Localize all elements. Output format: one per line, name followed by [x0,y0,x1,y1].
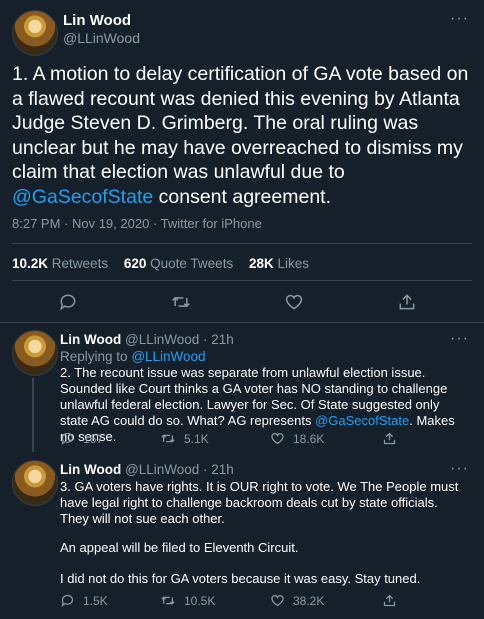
reply2-age[interactable]: 21h [211,462,234,477]
divider [0,322,484,323]
retweet-icon [161,434,175,443]
reply1-retweet-button[interactable]: 5.1K [160,431,209,446]
divider [12,280,472,281]
like-icon [271,595,284,607]
main-tweet-text: 1. A motion to delay certification of GA… [12,62,474,210]
main-source[interactable]: Twitter for iPhone [161,216,262,231]
reply2-reply-button[interactable]: 1.5K [60,593,108,608]
retweet-icon [161,596,175,605]
quote-tweets-stat[interactable]: 620 Quote Tweets [124,256,233,271]
reply-icon [61,432,74,446]
like-icon[interactable] [279,287,309,317]
main-action-bar [0,287,484,317]
retweets-stat[interactable]: 10.2K Retweets [12,256,108,271]
reply-icon[interactable] [53,287,83,317]
main-text-part2: consent agreement. [153,185,331,208]
reply2-para2: An appeal will be filed to Eleventh Circ… [60,540,299,555]
reply2-handle[interactable]: @LLinWood [125,462,199,477]
reply1-share-button[interactable] [382,431,397,446]
reply1-replying-link[interactable]: @LLinWood [131,349,205,364]
reply1-retweet-count: 5.1K [184,431,209,446]
main-mention-link[interactable]: @GaSecofState [12,186,153,208]
main-stats: 10.2K Retweets 620 Quote Tweets 28K Like… [12,256,321,271]
reply1-author[interactable]: Lin Wood [60,332,121,347]
share-icon [383,594,396,607]
reply2-reply-count: 1.5K [83,593,108,608]
reply2-author[interactable]: Lin Wood [60,462,121,477]
reply2-para3: I did not do this for GA voters because … [60,571,421,586]
reply1-mention-link[interactable]: @GaSecofState [315,413,409,428]
main-author-name[interactable]: Lin Wood [63,12,131,29]
main-tweet-meta: 8:27 PM · Nov 19, 2020 · Twitter for iPh… [12,216,262,231]
reply2-retweet-button[interactable]: 10.5K [160,593,215,608]
main-avatar[interactable] [12,10,58,56]
reply1-avatar[interactable] [12,330,58,376]
like-icon [271,433,284,445]
main-more-icon[interactable]: ··· [450,10,469,28]
reply2-share-button[interactable] [382,593,397,608]
reply2-like-count: 38.2K [293,593,325,608]
reply1-like-button[interactable]: 18.6K [270,431,324,446]
reply1-replying-to: Replying to @LLinWood [60,349,206,364]
retweet-icon[interactable] [166,287,196,317]
main-author-handle[interactable]: @LLinWood [63,30,140,46]
reply1-age[interactable]: 21h [211,332,234,347]
reply1-reply-count: 167 [83,431,104,446]
reply2-retweet-count: 10.5K [184,593,216,608]
reply1-handle[interactable]: @LLinWood [125,332,199,347]
thread-line [32,378,34,452]
reply-icon [61,594,74,608]
reply1-like-count: 18.6K [293,431,325,446]
reply2-avatar[interactable] [12,460,58,506]
reply1-more-icon[interactable]: ··· [450,330,469,348]
reply1-text: 2. The recount issue was separate from u… [60,365,465,445]
likes-stat[interactable]: 28K Likes [249,256,309,271]
share-icon [383,432,396,445]
reply2-header: Lin Wood @LLinWood · 21h [60,462,234,477]
divider [12,243,472,244]
share-icon[interactable] [392,287,422,317]
main-timestamp[interactable]: 8:27 PM · Nov 19, 2020 [12,216,149,231]
reply2-para1: 3. GA voters have rights. It is OUR righ… [60,479,459,526]
reply2-like-button[interactable]: 38.2K [270,593,324,608]
main-text-part1: 1. A motion to delay certification of GA… [12,63,469,184]
reply1-reply-button[interactable]: 167 [60,431,103,446]
reply2-more-icon[interactable]: ··· [450,460,469,478]
reply1-header: Lin Wood @LLinWood · 21h [60,332,234,347]
